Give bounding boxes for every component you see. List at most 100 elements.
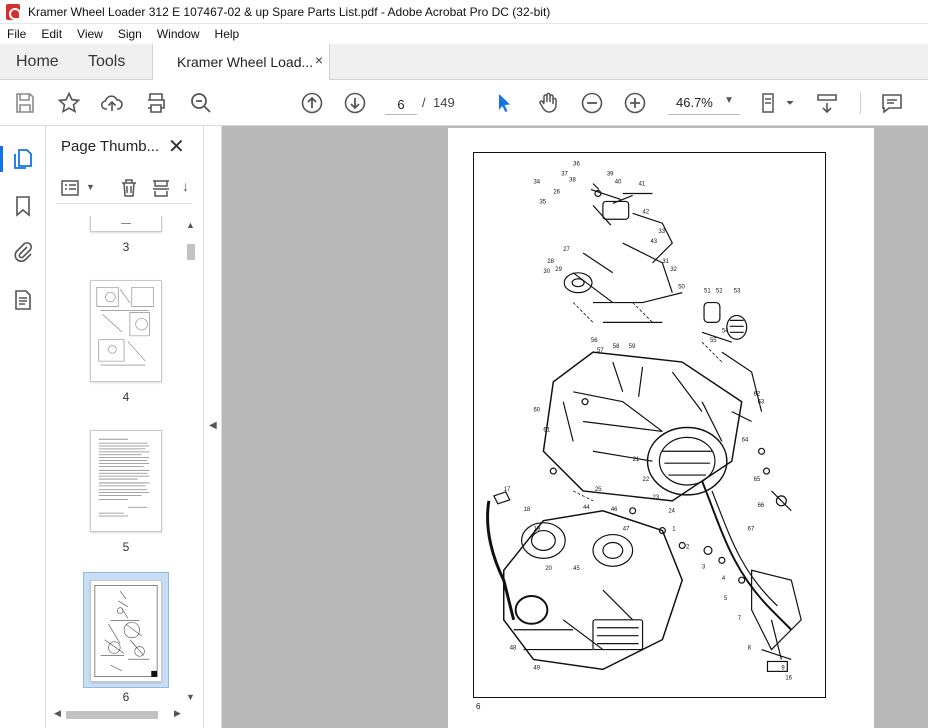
thumbnail-page[interactable]: [90, 430, 162, 532]
thumbnail-page[interactable]: [90, 216, 162, 232]
scroll-right-icon[interactable]: ▶: [174, 708, 181, 719]
part-callout: 61: [543, 427, 550, 433]
part-callout: 29: [555, 267, 562, 273]
part-callout: 22: [643, 477, 650, 483]
part-callout: 66: [758, 503, 765, 509]
part-callout: 30: [543, 269, 550, 275]
document-properties-icon[interactable]: [11, 288, 35, 312]
more-tools-icon[interactable]: ↓: [182, 178, 189, 194]
menu-view[interactable]: View: [70, 27, 111, 41]
tab-close-icon[interactable]: ×: [315, 52, 323, 68]
page-number-input[interactable]: [385, 91, 417, 115]
hand-tool-icon[interactable]: [536, 91, 560, 115]
chevron-down-icon[interactable]: ▼: [86, 182, 95, 192]
thumbnail-label: 6: [122, 690, 130, 704]
scrollbar-thumb[interactable]: [187, 244, 195, 260]
zoom-out-icon[interactable]: [580, 91, 604, 115]
part-callout: 45: [573, 566, 580, 572]
extract-pages-icon[interactable]: [150, 177, 172, 199]
part-callout: 57: [597, 348, 604, 354]
page-down-icon[interactable]: [343, 91, 367, 115]
part-callout: 28: [547, 259, 554, 265]
part-callout: 16: [785, 675, 792, 681]
part-callout: 9: [781, 665, 785, 671]
part-callout: 24: [668, 509, 675, 515]
part-callout: 41: [639, 182, 646, 188]
panel-title: Page Thumb...: [61, 138, 160, 155]
panel-toolbar: ▼ ↓: [56, 174, 192, 204]
part-callout: 36: [573, 162, 580, 168]
part-callout: 25: [595, 487, 602, 493]
close-icon[interactable]: ✕: [168, 134, 185, 159]
zoom-search-icon[interactable]: [189, 91, 213, 115]
thumbnails-panel: Page Thumb... ✕ ▼ ↓ 3 4 5 6 ▲ ▼ ◀ ▶: [46, 126, 204, 728]
part-callout: 59: [629, 344, 636, 350]
thumbnail-label: 3: [122, 240, 130, 254]
menu-sign[interactable]: Sign: [111, 27, 150, 41]
part-callout: 37: [561, 172, 568, 178]
scrollbar-thumb[interactable]: [66, 711, 158, 719]
tab-tools[interactable]: Tools: [88, 53, 125, 71]
collapse-left-icon[interactable]: ◀: [209, 420, 217, 431]
thumbnail-options-icon[interactable]: [60, 177, 82, 199]
tab-home[interactable]: Home: [16, 53, 59, 71]
delete-icon[interactable]: [118, 177, 140, 199]
part-callout: 51: [704, 289, 711, 295]
star-icon[interactable]: [57, 91, 81, 115]
part-callout: 63: [758, 400, 765, 406]
acrobat-icon: [6, 3, 21, 20]
menu-window[interactable]: Window: [150, 27, 208, 41]
toolbar-divider: [860, 92, 861, 114]
tab-document-label: Kramer Wheel Load...: [177, 54, 314, 70]
part-callout: 35: [539, 199, 546, 205]
part-callout: 49: [533, 665, 540, 671]
part-callout: 33: [658, 229, 665, 235]
part-callout: 18: [524, 507, 531, 513]
fit-page-icon[interactable]: [760, 91, 796, 115]
part-callout: 19: [533, 527, 540, 533]
thumbnail-label: 4: [122, 390, 130, 404]
part-callout: 5: [724, 596, 728, 602]
thumbnail-page[interactable]: [90, 580, 162, 682]
part-callout: 3: [702, 564, 706, 570]
select-cursor-icon[interactable]: [492, 91, 516, 115]
document-view[interactable]: 36 37 38 39 40 41 42 43 33 34 35 26 27 28 29 30 31 32 50 51…: [222, 126, 928, 728]
part-callout: 26: [553, 189, 560, 195]
scroll-mode-icon[interactable]: [815, 91, 839, 115]
page-thumbnails-icon[interactable]: [11, 147, 35, 171]
bookmark-icon[interactable]: [11, 194, 35, 218]
save-icon[interactable]: [13, 91, 37, 115]
comment-icon[interactable]: [880, 91, 904, 115]
title-bar: Kramer Wheel Loader 312 E 107467-02 & up…: [0, 0, 928, 24]
attachment-icon[interactable]: [11, 240, 35, 264]
menu-edit[interactable]: Edit: [34, 27, 70, 41]
part-callout: 40: [615, 180, 622, 186]
zoom-level-value: 46.7%: [676, 95, 713, 110]
part-callout: 34: [533, 180, 540, 186]
scroll-down-icon[interactable]: ▼: [186, 692, 195, 702]
part-callout: 52: [716, 289, 723, 295]
thumbnails-vertical-scrollbar[interactable]: ▲ ▼: [184, 216, 198, 706]
part-callout: 46: [611, 507, 618, 513]
scroll-up-icon[interactable]: ▲: [186, 220, 195, 230]
upload-cloud-icon[interactable]: [100, 91, 124, 115]
zoom-level-dropdown[interactable]: 46.7% ▼: [668, 91, 740, 115]
tab-document[interactable]: Kramer Wheel Load... ×: [152, 44, 330, 80]
thumbnails-list: 3 4 5 6: [46, 216, 184, 706]
scroll-left-icon[interactable]: ◀: [54, 708, 61, 719]
part-callout: 8: [748, 646, 752, 652]
part-callout: 42: [643, 209, 650, 215]
menu-help[interactable]: Help: [208, 27, 248, 41]
part-callout: 47: [623, 527, 630, 533]
thumbnail-page[interactable]: [90, 280, 162, 382]
menu-file[interactable]: File: [0, 27, 34, 41]
part-callout: 1: [672, 527, 676, 533]
part-callout: 39: [607, 172, 614, 178]
menu-bar: File Edit View Sign Window Help: [0, 24, 928, 44]
page-up-icon[interactable]: [300, 91, 324, 115]
zoom-in-icon[interactable]: [623, 91, 647, 115]
panel-collapse-handle[interactable]: ◀: [204, 126, 222, 728]
print-icon[interactable]: [144, 91, 168, 115]
pdf-page: 36 37 38 39 40 41 42 43 33 34 35 26 27 28 29 30 31 32 50 51…: [448, 128, 874, 728]
thumbnails-horizontal-scrollbar[interactable]: ◀ ▶: [54, 708, 184, 722]
